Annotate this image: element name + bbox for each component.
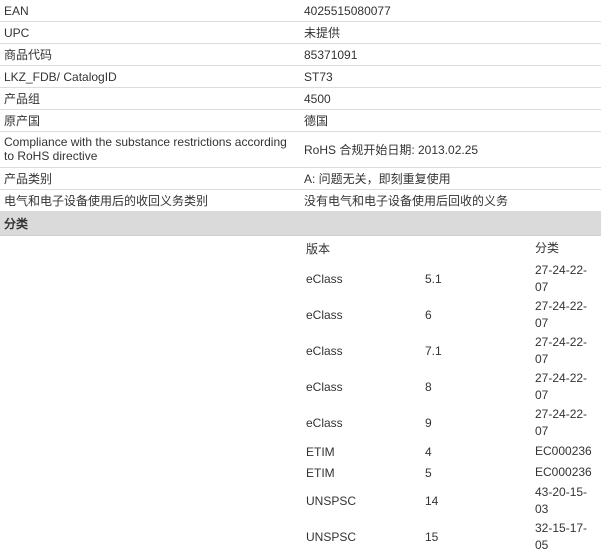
classification-version: 15 (425, 530, 439, 544)
table-row: eClass 9 27-24-22- 07 (0, 405, 601, 441)
classification-code: 27-24-22- 07 (535, 335, 588, 366)
column-header-class: 分类 (535, 241, 560, 255)
table-row: UNSPSC 14 43-20-15- 03 (0, 483, 601, 519)
property-row-rohs: Compliance with the substance restrictio… (0, 132, 601, 168)
table-row: eClass 7.1 27-24-22- 07 (0, 333, 601, 369)
property-label: UPC (4, 25, 30, 40)
property-row-take-back-obligation: 电气和电子设备使用后的收回义务类别 没有电气和电子设备使用后回收的义务 (0, 190, 601, 212)
classification-version: 9 (425, 416, 432, 430)
property-label: EAN (4, 3, 29, 18)
classification-version: 7.1 (425, 344, 442, 358)
classification-system: UNSPSC (306, 494, 357, 508)
classification-system: eClass (306, 308, 343, 322)
table-row: ETIM 4 EC000236 (0, 441, 601, 462)
classification-code: 43-20-15- 03 (535, 485, 588, 516)
property-label: Compliance with the substance restrictio… (4, 135, 287, 163)
property-row-product-category: 产品类别 A: 问题无关，即刻重复使用 (0, 168, 601, 190)
classification-version: 14 (425, 494, 439, 508)
classification-system: ETIM (306, 444, 335, 459)
classification-system: ETIM (306, 465, 335, 480)
property-row-upc: UPC 未提供 (0, 22, 601, 44)
property-row-ean: EAN 4025515080077 (0, 0, 601, 22)
property-value: ST73 (304, 69, 333, 84)
classification-system: eClass (306, 416, 343, 430)
property-label: 产品组 (4, 91, 41, 106)
property-row-commodity-code: 商品代码 85371091 (0, 44, 601, 66)
classification-table-header: 版本 分类 (0, 236, 601, 261)
property-value: 没有电气和电子设备使用后回收的义务 (304, 193, 509, 208)
classification-system: eClass (306, 272, 343, 286)
property-value: A: 问题无关，即刻重复使用 (304, 171, 451, 186)
property-value: 德国 (304, 113, 329, 128)
property-row-product-group: 产品组 4500 (0, 88, 601, 110)
property-label: 电气和电子设备使用后的收回义务类别 (4, 193, 209, 208)
classification-code: EC000236 (535, 465, 592, 479)
property-value: RoHS 合规开始日期: 2013.02.25 (304, 142, 479, 157)
property-value: 85371091 (304, 47, 358, 62)
property-label: LKZ_FDB/ CatalogID (4, 69, 117, 84)
property-value: 4500 (304, 91, 331, 106)
classification-system: eClass (306, 380, 343, 394)
property-row-country-of-origin: 原产国 德国 (0, 110, 601, 132)
property-value: 未提供 (304, 25, 341, 40)
classification-version: 5 (425, 465, 432, 480)
classification-table: 版本 分类 eClass 5.1 27-24-22- 07 eClass 6 27… (0, 236, 601, 555)
classification-system: UNSPSC (306, 530, 357, 544)
table-row: eClass 5.1 27-24-22- 07 (0, 261, 601, 297)
properties-table: EAN 4025515080077 UPC 未提供 商品代码 85371091 … (0, 0, 601, 212)
table-row: ETIM 5 EC000236 (0, 462, 601, 483)
classification-version: 4 (425, 444, 432, 459)
classification-code: 32-15-17- 05 (535, 521, 588, 552)
property-row-catalog-id: LKZ_FDB/ CatalogID ST73 (0, 66, 601, 88)
table-row: UNSPSC 15 32-15-17- 05 (0, 519, 601, 555)
property-label: 原产国 (4, 113, 41, 128)
column-header-version: 版本 (306, 242, 331, 256)
classification-code: EC000236 (535, 444, 592, 458)
classification-version: 8 (425, 380, 432, 394)
classification-code: 27-24-22- 07 (535, 299, 588, 330)
table-row: eClass 6 27-24-22- 07 (0, 297, 601, 333)
property-value: 4025515080077 (304, 3, 391, 18)
classification-version: 5.1 (425, 272, 442, 286)
property-label: 产品类别 (4, 171, 53, 186)
classification-section-header: 分类 (0, 212, 601, 236)
property-label: 商品代码 (4, 47, 53, 62)
table-row: eClass 8 27-24-22- 07 (0, 369, 601, 405)
classification-code: 27-24-22- 07 (535, 407, 588, 438)
classification-version: 6 (425, 308, 432, 322)
classification-system: eClass (306, 344, 343, 358)
classification-code: 27-24-22- 07 (535, 263, 588, 294)
classification-code: 27-24-22- 07 (535, 371, 588, 402)
